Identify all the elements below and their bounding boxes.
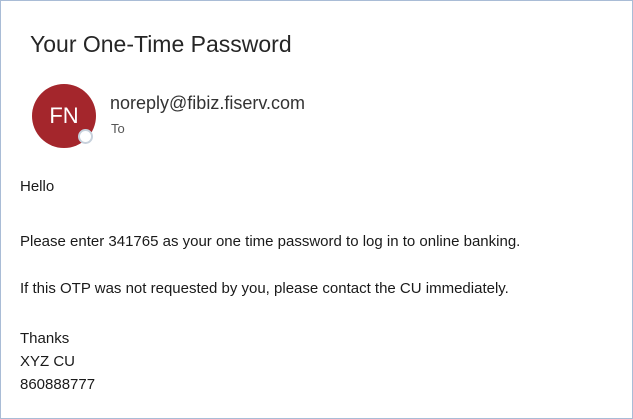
body-signoff: Thanks bbox=[20, 330, 70, 347]
presence-status-icon bbox=[78, 129, 93, 144]
body-org-name: XYZ CU bbox=[20, 353, 76, 370]
sender-address[interactable]: noreply@fibiz.fiserv.com bbox=[110, 93, 305, 114]
email-reading-pane: Your One-Time Password FN noreply@fibiz.… bbox=[0, 0, 633, 419]
body-otp-line: Please enter 341765 as your one time pas… bbox=[20, 233, 521, 250]
body-warning-line: If this OTP was not requested by you, pl… bbox=[20, 280, 509, 297]
email-subject: Your One-Time Password bbox=[30, 31, 292, 57]
to-label: To bbox=[111, 121, 125, 136]
body-greeting: Hello bbox=[20, 178, 55, 195]
body-phone: 860888777 bbox=[20, 376, 96, 393]
